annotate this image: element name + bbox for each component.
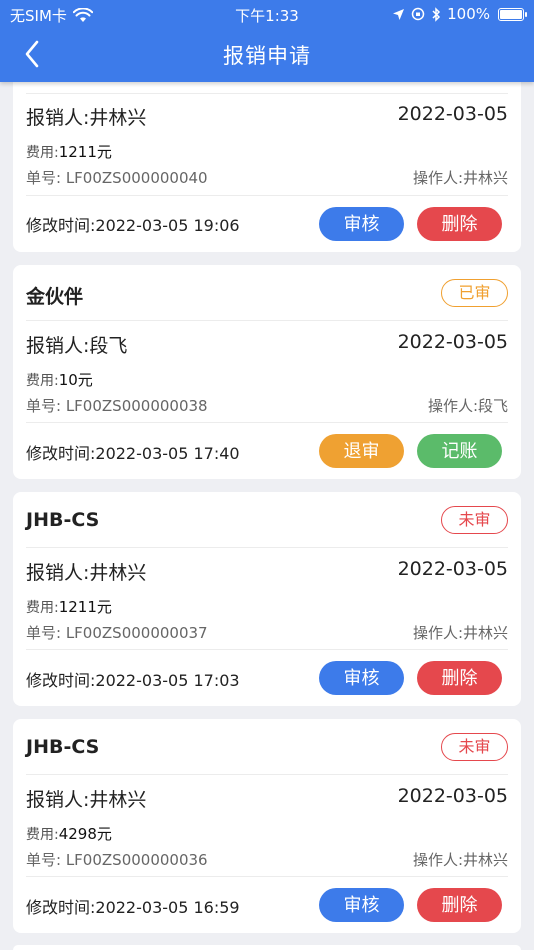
fee-amount: 1211元 xyxy=(58,598,112,616)
modified-time: 修改时间:2022-03-05 17:40 xyxy=(26,444,240,463)
reimburser-name: 报销人:井林兴 xyxy=(26,107,147,129)
company-name: JHB-CS xyxy=(26,509,100,531)
status-bar: 无SIM卡 下午1:33 100% xyxy=(0,0,534,30)
modified-time: 修改时间:2022-03-05 17:03 xyxy=(26,671,240,690)
status-badge: 未审 xyxy=(441,733,508,761)
delete-button[interactable]: 删除 xyxy=(417,207,502,241)
operator-name: 操作人:段飞 xyxy=(427,397,508,415)
order-number: 单号: LF00ZS000000040 xyxy=(26,169,208,187)
card-divider xyxy=(26,422,508,423)
expense-card[interactable]: JHB-CS 未审 报销人:井林兴 2022-03-05 费用:4298元 单号… xyxy=(13,719,521,933)
card-header: 金伙伴 已审 xyxy=(26,265,508,321)
order-number: 单号: LF00ZS000000036 xyxy=(26,851,208,869)
expense-date: 2022-03-05 xyxy=(397,558,508,580)
status-right: 100% xyxy=(392,5,527,23)
modified-time: 修改时间:2022-03-05 19:06 xyxy=(26,216,240,235)
card-header: JHB-CS 未审 xyxy=(26,719,508,775)
fee-row: 费用:10元 xyxy=(26,369,93,390)
expense-date: 2022-03-05 xyxy=(397,785,508,807)
top-bar: 无SIM卡 下午1:33 100% 报销申请 xyxy=(0,0,534,82)
modified-time: 修改时间:2022-03-05 16:59 xyxy=(26,898,240,917)
fee-label: 费用: xyxy=(26,373,59,389)
company-name: JHB-CS xyxy=(26,736,100,758)
fee-amount: 10元 xyxy=(58,371,93,389)
operator-name: 操作人:井林兴 xyxy=(412,624,508,642)
expense-date: 2022-03-05 xyxy=(397,331,508,353)
fee-amount: 4298元 xyxy=(58,825,112,843)
page-title: 报销申请 xyxy=(223,44,311,68)
battery-percent: 100% xyxy=(447,5,490,23)
reimburser-name: 报销人:井林兴 xyxy=(26,562,147,584)
fee-label: 费用: xyxy=(26,145,59,161)
orientation-lock-icon xyxy=(411,7,425,21)
operator-name: 操作人:井林兴 xyxy=(412,169,508,187)
card-divider xyxy=(26,649,508,650)
status-badge: 未审 xyxy=(441,506,508,534)
fee-row: 费用:1211元 xyxy=(26,141,112,162)
order-number: 单号: LF00ZS000000037 xyxy=(26,624,208,642)
reimburser-name: 报销人:井林兴 xyxy=(26,789,147,811)
approve-button[interactable]: 审核 xyxy=(319,888,404,922)
expense-card[interactable]: 金伙伴 已审 报销人:段飞 2022-03-05 费用:10元 单号: LF00… xyxy=(13,265,521,479)
status-badge: 已审 xyxy=(441,279,508,307)
delete-button[interactable]: 删除 xyxy=(417,661,502,695)
reimburser-name: 报销人:段飞 xyxy=(26,335,128,357)
expense-card[interactable] xyxy=(13,945,521,950)
card-divider xyxy=(26,876,508,877)
fee-label: 费用: xyxy=(26,600,59,616)
expense-date: 2022-03-05 xyxy=(397,103,508,125)
expense-card[interactable]: 报销人:井林兴 2022-03-05 费用:1211元 单号: LF00ZS00… xyxy=(13,70,521,252)
operator-name: 操作人:井林兴 xyxy=(412,851,508,869)
company-name: 金伙伴 xyxy=(26,286,84,308)
card-divider xyxy=(26,93,508,94)
card-divider xyxy=(26,195,508,196)
fee-label: 费用: xyxy=(26,827,59,843)
unapprove-button[interactable]: 退审 xyxy=(319,434,404,468)
fee-row: 费用:1211元 xyxy=(26,596,112,617)
fee-amount: 1211元 xyxy=(58,143,112,161)
delete-button[interactable]: 删除 xyxy=(417,888,502,922)
approve-button[interactable]: 审核 xyxy=(319,207,404,241)
fee-row: 费用:4298元 xyxy=(26,823,112,844)
battery-icon xyxy=(498,7,527,21)
order-number: 单号: LF00ZS000000038 xyxy=(26,397,208,415)
card-header: JHB-CS 未审 xyxy=(26,492,508,548)
post-entry-button[interactable]: 记账 xyxy=(417,434,502,468)
location-arrow-icon xyxy=(393,8,405,20)
expense-card[interactable]: JHB-CS 未审 报销人:井林兴 2022-03-05 费用:1211元 单号… xyxy=(13,492,521,706)
approve-button[interactable]: 审核 xyxy=(319,661,404,695)
bluetooth-icon xyxy=(432,6,441,22)
